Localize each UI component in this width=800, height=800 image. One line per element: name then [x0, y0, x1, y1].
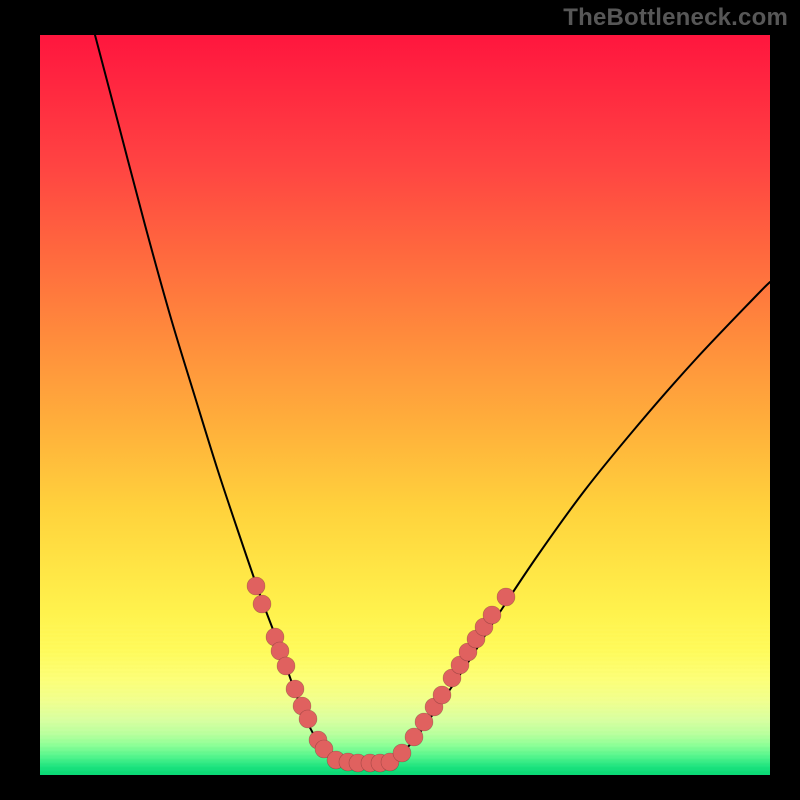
watermark-text: TheBottleneck.com [563, 4, 788, 32]
data-dot [405, 728, 423, 746]
data-dot [286, 680, 304, 698]
data-dot [415, 713, 433, 731]
data-dots-group [247, 577, 515, 772]
data-dot [247, 577, 265, 595]
chart-stage: TheBottleneck.com [0, 0, 800, 800]
data-dot [483, 606, 501, 624]
data-dot [497, 588, 515, 606]
data-dot [277, 657, 295, 675]
data-dot [299, 710, 317, 728]
curve-layer [40, 35, 770, 775]
data-dot [393, 744, 411, 762]
plot-area [40, 35, 770, 775]
data-dot [433, 686, 451, 704]
data-dot [253, 595, 271, 613]
bottleneck-curve [95, 35, 770, 763]
